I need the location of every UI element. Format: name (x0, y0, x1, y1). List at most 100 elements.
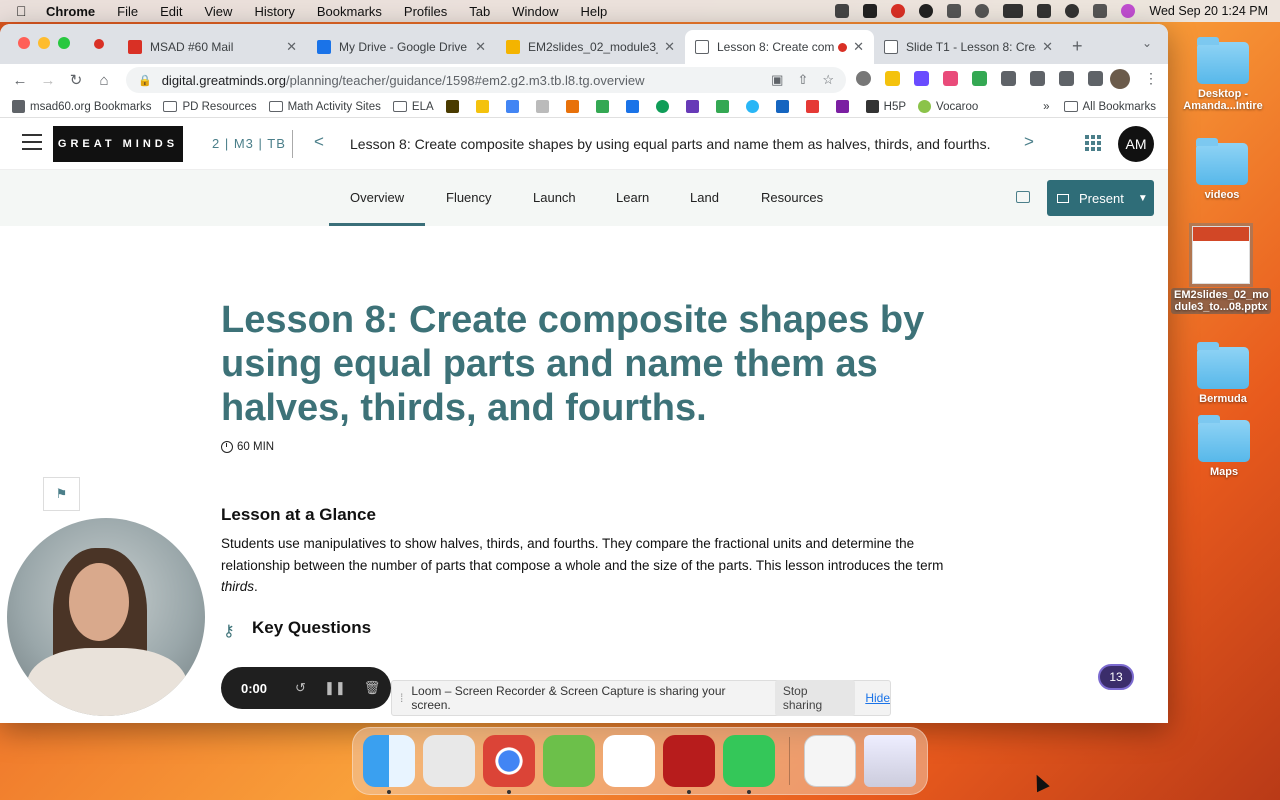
bookmark-icon-link[interactable] (715, 100, 734, 113)
close-tab-icon[interactable]: ✕ (664, 39, 675, 55)
notification-badge[interactable]: 13 (1098, 664, 1134, 690)
maps-app-icon[interactable] (543, 735, 595, 787)
close-window-icon[interactable] (18, 37, 30, 49)
tab-launch[interactable]: Launch (533, 190, 576, 205)
address-bar[interactable]: 🔒 digital.greatminds.org/planning/teache… (126, 67, 846, 93)
chrome-menu-icon[interactable]: ⋮ (1144, 70, 1158, 87)
bookmark-icon-link[interactable] (745, 100, 764, 113)
menu-edit[interactable]: Edit (160, 4, 182, 19)
bookmark-icon-link[interactable] (775, 100, 794, 113)
bookmark-folder[interactable]: msad60.org Bookmarks (12, 100, 151, 113)
delete-icon[interactable]: 🗑 (364, 680, 381, 696)
extension-icon[interactable] (972, 71, 987, 86)
forward-icon[interactable]: → (34, 72, 62, 89)
tab-resources[interactable]: Resources (761, 190, 823, 205)
desktop-folder-amanda[interactable]: Desktop - Amanda...Intire (1173, 37, 1273, 112)
tab-em2slides[interactable]: EM2slides_02_module3_ ✕ (496, 30, 685, 64)
close-tab-icon[interactable]: ✕ (286, 39, 297, 55)
pause-icon[interactable]: ❚❚ (324, 680, 346, 696)
chevron-down-icon[interactable]: ▼ (1138, 193, 1148, 204)
bookmark-icon-link[interactable] (625, 100, 644, 113)
back-icon[interactable]: ← (6, 72, 34, 89)
menu-window[interactable]: Window (512, 4, 558, 19)
desktop-folder-videos[interactable]: videos (1172, 138, 1272, 201)
desktop-folder-bermuda[interactable]: Bermuda (1173, 342, 1273, 405)
bookmark-icon-link[interactable] (655, 100, 674, 113)
crisisgo-icon[interactable] (663, 735, 715, 794)
user-switch-icon[interactable] (975, 4, 990, 18)
puzzle-icon[interactable] (1001, 71, 1016, 86)
spotlight-icon[interactable] (1065, 4, 1080, 18)
tab-search-icon[interactable]: ⌄ (1142, 36, 1152, 50)
cast-icon[interactable] (1030, 71, 1045, 86)
tab-msad-mail[interactable]: MSAD #60 Mail ✕ (118, 30, 307, 64)
tab-slide-t1[interactable]: Slide T1 - Lesson 8: Crea ✕ (874, 30, 1063, 64)
new-tab-icon[interactable]: + (1072, 36, 1083, 57)
finder-icon[interactable] (363, 735, 415, 794)
bookmark-star-icon[interactable]: ☆ (822, 72, 834, 88)
record-icon[interactable] (891, 4, 906, 18)
apps-grid-icon[interactable] (1085, 135, 1101, 151)
menu-view[interactable]: View (204, 4, 232, 19)
drag-handle-icon[interactable]: ⁞ (400, 691, 403, 705)
share-icon[interactable]: ⇧ (797, 72, 808, 88)
hide-banner-link[interactable]: Hide (865, 691, 890, 705)
tab-land[interactable]: Land (690, 190, 719, 205)
user-avatar[interactable]: AM (1118, 126, 1154, 162)
home-icon[interactable]: ⌂ (90, 72, 118, 89)
bookmark-icon-link[interactable] (565, 100, 584, 113)
download-icon[interactable] (1059, 71, 1074, 86)
volume-icon[interactable] (947, 4, 962, 18)
tab-learn[interactable]: Learn (616, 190, 649, 205)
present-button[interactable]: Present ▼ (1047, 180, 1154, 216)
print-icon[interactable] (1016, 191, 1030, 203)
menu-help[interactable]: Help (581, 4, 608, 19)
tab-lesson-8[interactable]: Lesson 8: Create com ✕ (685, 30, 874, 64)
desktop-folder-maps[interactable]: Maps (1174, 415, 1274, 478)
wifi-icon[interactable] (1037, 4, 1052, 18)
messages-icon[interactable] (723, 735, 775, 794)
menu-bookmarks[interactable]: Bookmarks (317, 4, 382, 19)
menu-history[interactable]: History (254, 4, 294, 19)
bookmark-icon-link[interactable] (595, 100, 614, 113)
tab-google-drive[interactable]: My Drive - Google Drive ✕ (307, 30, 496, 64)
close-tab-icon[interactable]: ✕ (853, 39, 864, 55)
bookmark-icon-link[interactable] (445, 100, 464, 113)
tab-fluency[interactable]: Fluency (446, 190, 492, 205)
bookmark-folder[interactable]: Math Activity Sites (268, 101, 381, 113)
minimized-window-icon[interactable] (804, 735, 856, 787)
pin-icon[interactable] (863, 4, 878, 18)
menu-chrome[interactable]: Chrome (46, 4, 95, 19)
flag-icon[interactable]: ⚑ (43, 477, 80, 511)
profile-avatar[interactable] (1110, 69, 1130, 89)
close-tab-icon[interactable]: ✕ (1042, 39, 1053, 55)
great-minds-logo[interactable]: GREAT MINDS (53, 126, 183, 162)
screencastify-icon[interactable] (943, 71, 958, 86)
next-lesson-icon[interactable]: > (1024, 132, 1034, 152)
bookmark-icon-link[interactable] (685, 100, 704, 113)
restart-icon[interactable]: ↺ (295, 680, 306, 696)
zoom-window-icon[interactable] (58, 37, 70, 49)
keep-icon[interactable] (885, 71, 900, 86)
hamburger-menu-icon[interactable] (22, 134, 42, 155)
bookmark-icon-link[interactable] (805, 100, 824, 113)
bookmark-icon-link[interactable] (505, 100, 524, 113)
bookmark-folder[interactable]: ELA (392, 101, 434, 113)
side-panel-icon[interactable] (1088, 71, 1103, 86)
battery-icon[interactable] (1003, 4, 1024, 18)
bookmark-folder[interactable]: PD Resources (163, 101, 257, 113)
chrome-icon[interactable] (483, 735, 535, 794)
bookmark-vocaroo[interactable]: Vocaroo (918, 100, 978, 113)
microphone-icon[interactable] (835, 4, 850, 18)
menu-profiles[interactable]: Profiles (404, 4, 447, 19)
lock-icon[interactable]: 🔒 (138, 74, 152, 87)
siri-icon[interactable] (1121, 4, 1136, 18)
minimize-window-icon[interactable] (38, 37, 50, 49)
control-center-icon[interactable] (1093, 4, 1108, 18)
bookmark-icon-link[interactable] (835, 100, 854, 113)
close-tab-icon[interactable]: ✕ (475, 39, 486, 55)
cast-tab-icon[interactable]: ▣ (771, 72, 783, 88)
desktop-file-em2slides[interactable]: EM2slides_02_mo dule3_to...08.pptx (1171, 223, 1271, 314)
bookmark-icon-link[interactable] (475, 100, 494, 113)
bookmark-h5p[interactable]: H5P (865, 100, 906, 113)
